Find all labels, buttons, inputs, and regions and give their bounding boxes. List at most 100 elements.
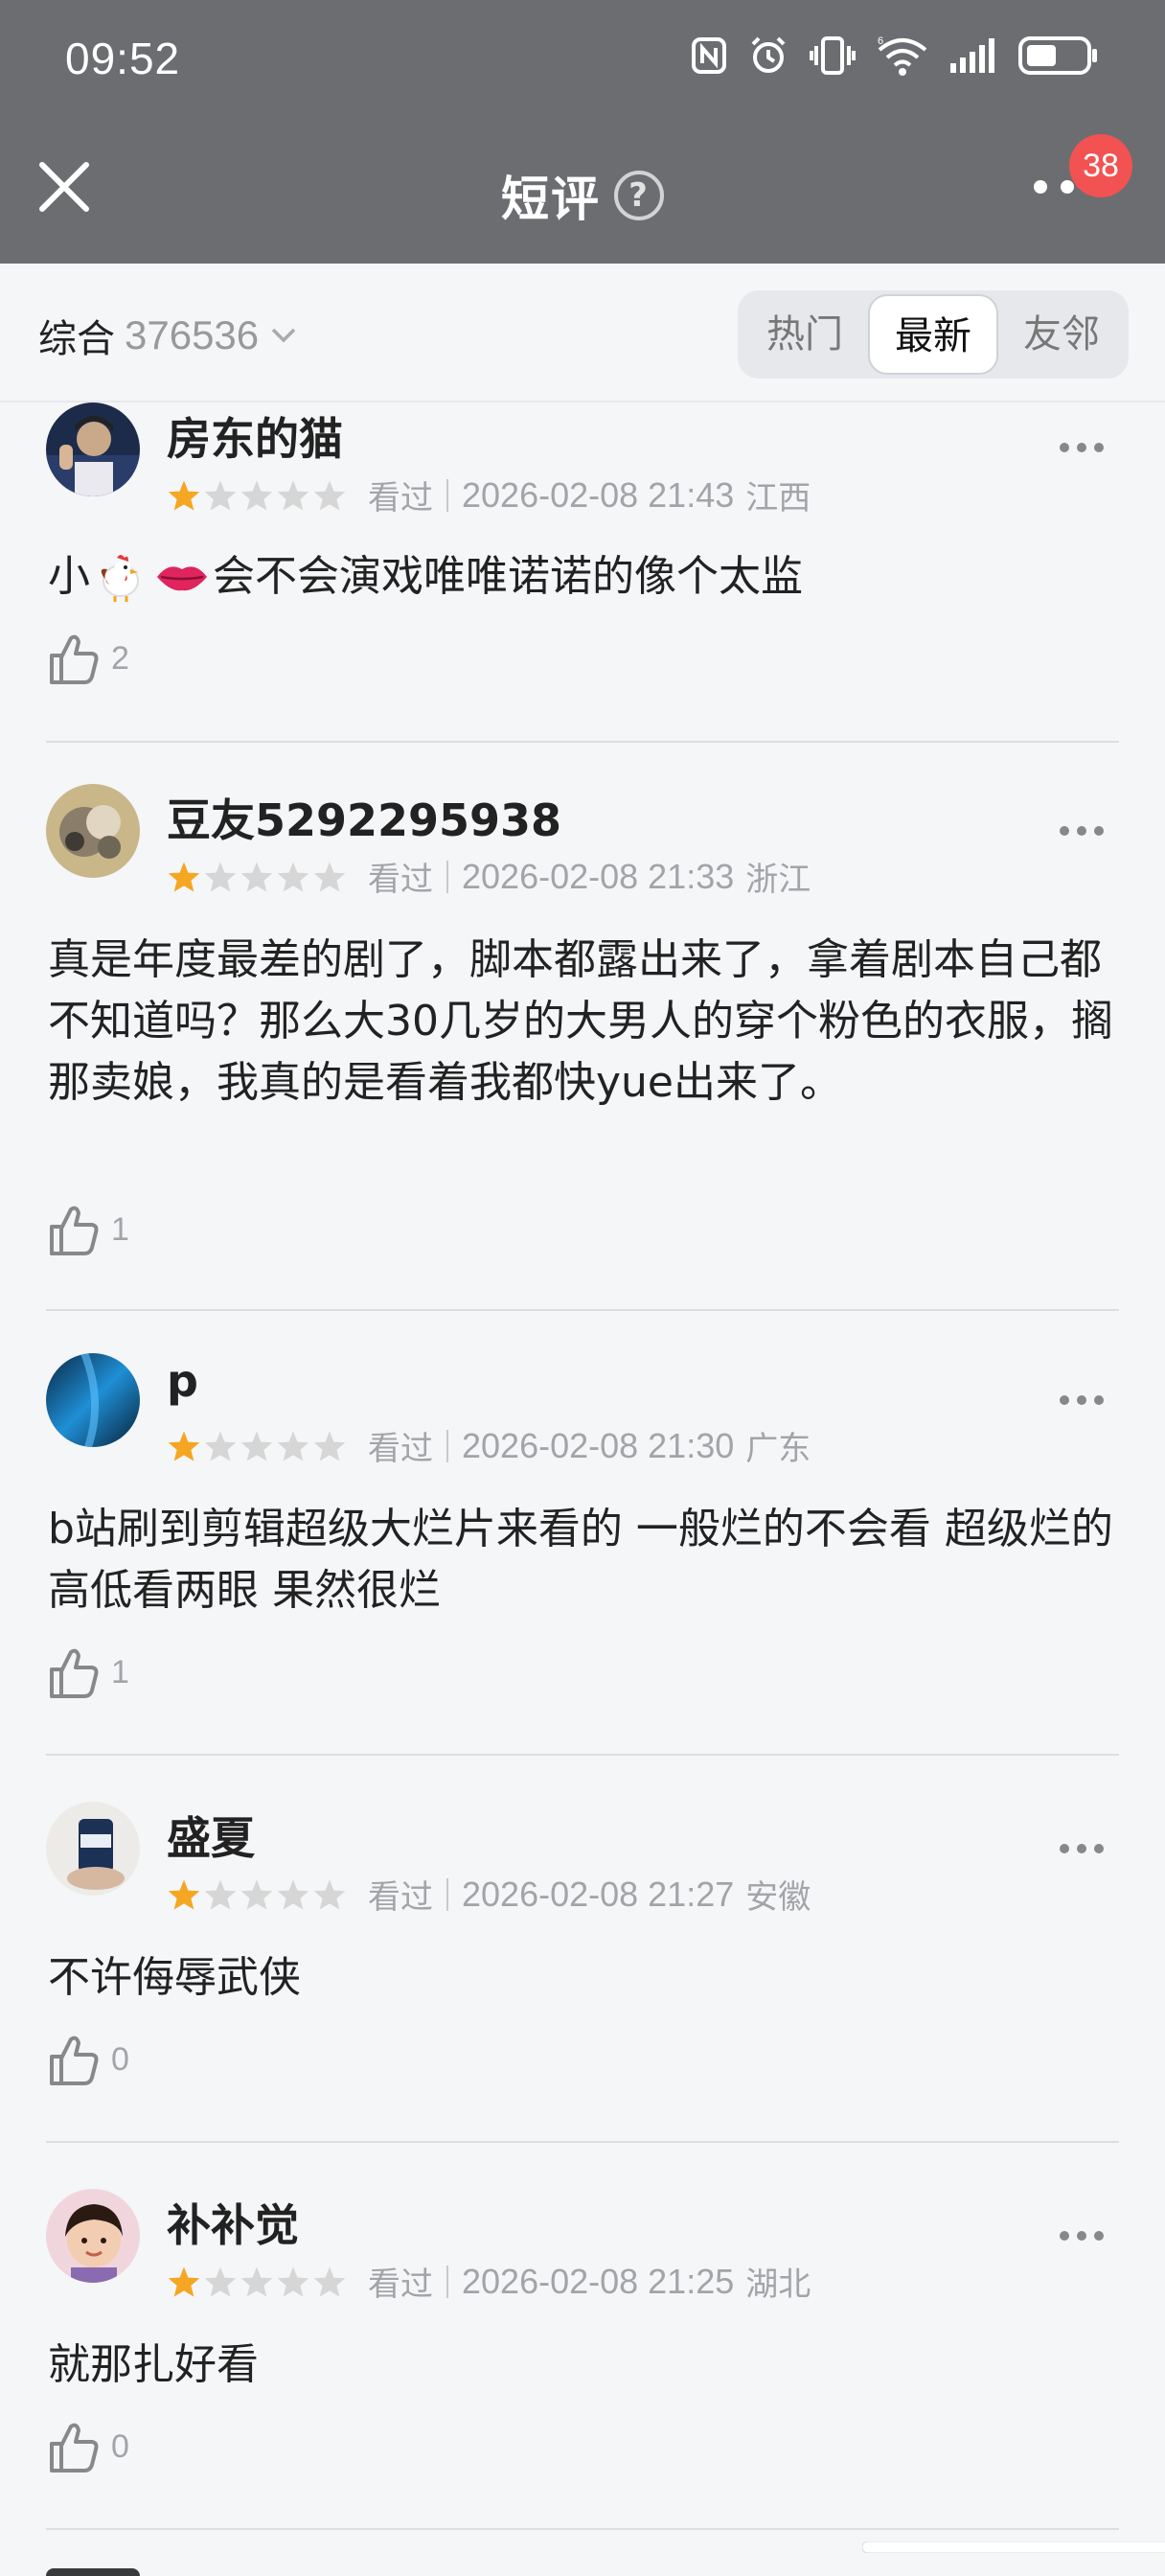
- sort-dropdown[interactable]: 综合 376536: [38, 308, 297, 363]
- like-count: 0: [111, 2427, 129, 2465]
- wifi-icon: 6: [878, 35, 927, 76]
- username[interactable]: 盛夏: [167, 1804, 255, 1867]
- filter-bar: 综合 376536 热门 最新 友邻: [0, 264, 1165, 402]
- like-button[interactable]: 1: [46, 1202, 129, 1257]
- meta-divider: [446, 1877, 448, 1911]
- review-text: 真是年度最差的剧了，脚本都露出来了，拿着剧本自己都不知道吗？那么大30几岁的大男…: [48, 935, 1113, 1107]
- watched-label: 看过: [368, 1430, 433, 1468]
- username[interactable]: p: [167, 1355, 198, 1407]
- avatar[interactable]: [46, 402, 140, 496]
- star-rating: [167, 861, 347, 893]
- thumbs-up-icon: [50, 1206, 99, 1255]
- review-datetime: 2026-02-08 21:27: [462, 1874, 735, 1914]
- more-icon[interactable]: [1058, 2229, 1106, 2242]
- divider: [46, 1309, 1119, 1311]
- username[interactable]: 补补觉: [167, 2191, 299, 2254]
- watched-label: 看过: [368, 1878, 433, 1917]
- tab-hot[interactable]: 热门: [742, 294, 868, 375]
- status-icons: 6: [690, 34, 1098, 77]
- star-icon: [277, 1430, 309, 1461]
- star-rating: [167, 479, 347, 512]
- star-icon: [168, 2266, 200, 2297]
- tab-friends[interactable]: 友邻: [998, 294, 1125, 375]
- avatar[interactable]: [46, 1353, 140, 1447]
- review-text: 小 会不会演戏唯唯诺诺的像个太监: [48, 546, 1119, 608]
- star-icon: [313, 861, 346, 892]
- avatar[interactable]: [46, 784, 140, 878]
- review-item: p 看过 2026-02-08 21:30 广东 b站刷到剪辑超级大烂片来看的 …: [46, 1353, 1119, 1756]
- star-icon: [313, 1430, 346, 1461]
- star-icon: [313, 479, 346, 511]
- star-icon: [204, 1878, 237, 1910]
- star-icon: [240, 2266, 273, 2297]
- avatar[interactable]: [46, 1802, 140, 1896]
- watched-label: 看过: [368, 479, 433, 518]
- meta-divider: [446, 2265, 448, 2298]
- like-button[interactable]: 0: [46, 2419, 129, 2474]
- username[interactable]: 房东的猫: [167, 404, 343, 468]
- divider: [46, 1754, 1119, 1756]
- star-icon: [204, 479, 237, 511]
- review-datetime: 2026-02-08 21:30: [462, 1425, 735, 1465]
- review-meta: 看过 2026-02-08 21:33 浙江: [167, 853, 811, 900]
- review-text: 就那扎好看: [48, 2340, 259, 2389]
- status-time: 09:52: [65, 34, 181, 83]
- review-location: 湖北: [745, 2266, 811, 2304]
- like-button[interactable]: 0: [46, 2032, 129, 2087]
- avatar[interactable]: [46, 2189, 140, 2283]
- meta-divider: [446, 1429, 448, 1462]
- review-text-start: 小: [48, 552, 90, 601]
- star-icon: [168, 1430, 200, 1461]
- more-icon[interactable]: [1058, 1393, 1106, 1407]
- review-datetime: 2026-02-08 21:25: [462, 2261, 735, 2301]
- review-item: 房东的猫 看过 2026-02-08 21:43 江西 小 会不会演戏唯唯诺诺的…: [46, 402, 1119, 743]
- watched-label: 看过: [368, 861, 433, 899]
- alarm-icon: [751, 36, 786, 73]
- status-bar: 09:52 6: [0, 0, 1165, 115]
- like-count: 1: [111, 1653, 129, 1690]
- svg-text:6: 6: [878, 35, 883, 47]
- like-button[interactable]: 1: [46, 1644, 129, 1700]
- review-meta: 看过 2026-02-08 21:43 江西: [167, 472, 811, 518]
- review-meta: 看过 2026-02-08 21:30 广东: [167, 1422, 811, 1469]
- star-icon: [240, 861, 273, 892]
- star-icon: [168, 861, 200, 892]
- review-datetime: 2026-02-08 21:43: [462, 474, 735, 515]
- divider: [46, 2528, 1119, 2530]
- username[interactable]: 豆友5292295938: [167, 786, 561, 849]
- sort-label: 综合: [38, 317, 115, 361]
- meta-divider: [446, 478, 448, 512]
- star-icon: [313, 2266, 346, 2297]
- help-icon[interactable]: ?: [614, 171, 664, 220]
- thumbs-up-icon: [50, 2036, 99, 2085]
- battery-icon: [1018, 36, 1097, 75]
- star-rating: [167, 1430, 347, 1462]
- star-icon: [240, 479, 273, 511]
- review-location: 安徽: [745, 1878, 811, 1917]
- review-item: 补补觉 看过 2026-02-08 21:25 湖北 就那扎好看 0: [46, 2189, 1119, 2530]
- review-location: 江西: [745, 479, 811, 518]
- star-icon: [168, 1878, 200, 1910]
- like-count: 1: [111, 1210, 129, 1248]
- app-header: 09:52 6 短评? 38: [0, 0, 1165, 264]
- page-title: 短评?: [0, 161, 1165, 230]
- like-button[interactable]: 2: [46, 631, 129, 686]
- more-icon[interactable]: [1058, 824, 1106, 838]
- star-icon: [240, 1878, 273, 1910]
- watched-label: 看过: [368, 2266, 433, 2304]
- star-icon: [204, 861, 237, 892]
- review-location: 广东: [745, 1430, 811, 1468]
- more-icon[interactable]: [1058, 1842, 1106, 1855]
- nfc-icon: [692, 37, 726, 74]
- lips-emoji-icon: [157, 566, 207, 591]
- thumbs-up-icon: [50, 2423, 99, 2472]
- star-icon: [313, 1878, 346, 1910]
- sort-tabs: 热门 最新 友邻: [738, 290, 1129, 379]
- more-icon[interactable]: [1058, 441, 1106, 454]
- review-datetime: 2026-02-08 21:33: [462, 856, 735, 896]
- tab-latest[interactable]: 最新: [868, 294, 998, 375]
- review-text-rest: 会不会演戏唯唯诺诺的像个太监: [213, 552, 803, 601]
- review-text: 不许侮辱武侠: [48, 1953, 301, 2002]
- nav-bar: 短评? 38: [0, 134, 1165, 249]
- home-indicator-icon: [862, 2542, 1165, 2553]
